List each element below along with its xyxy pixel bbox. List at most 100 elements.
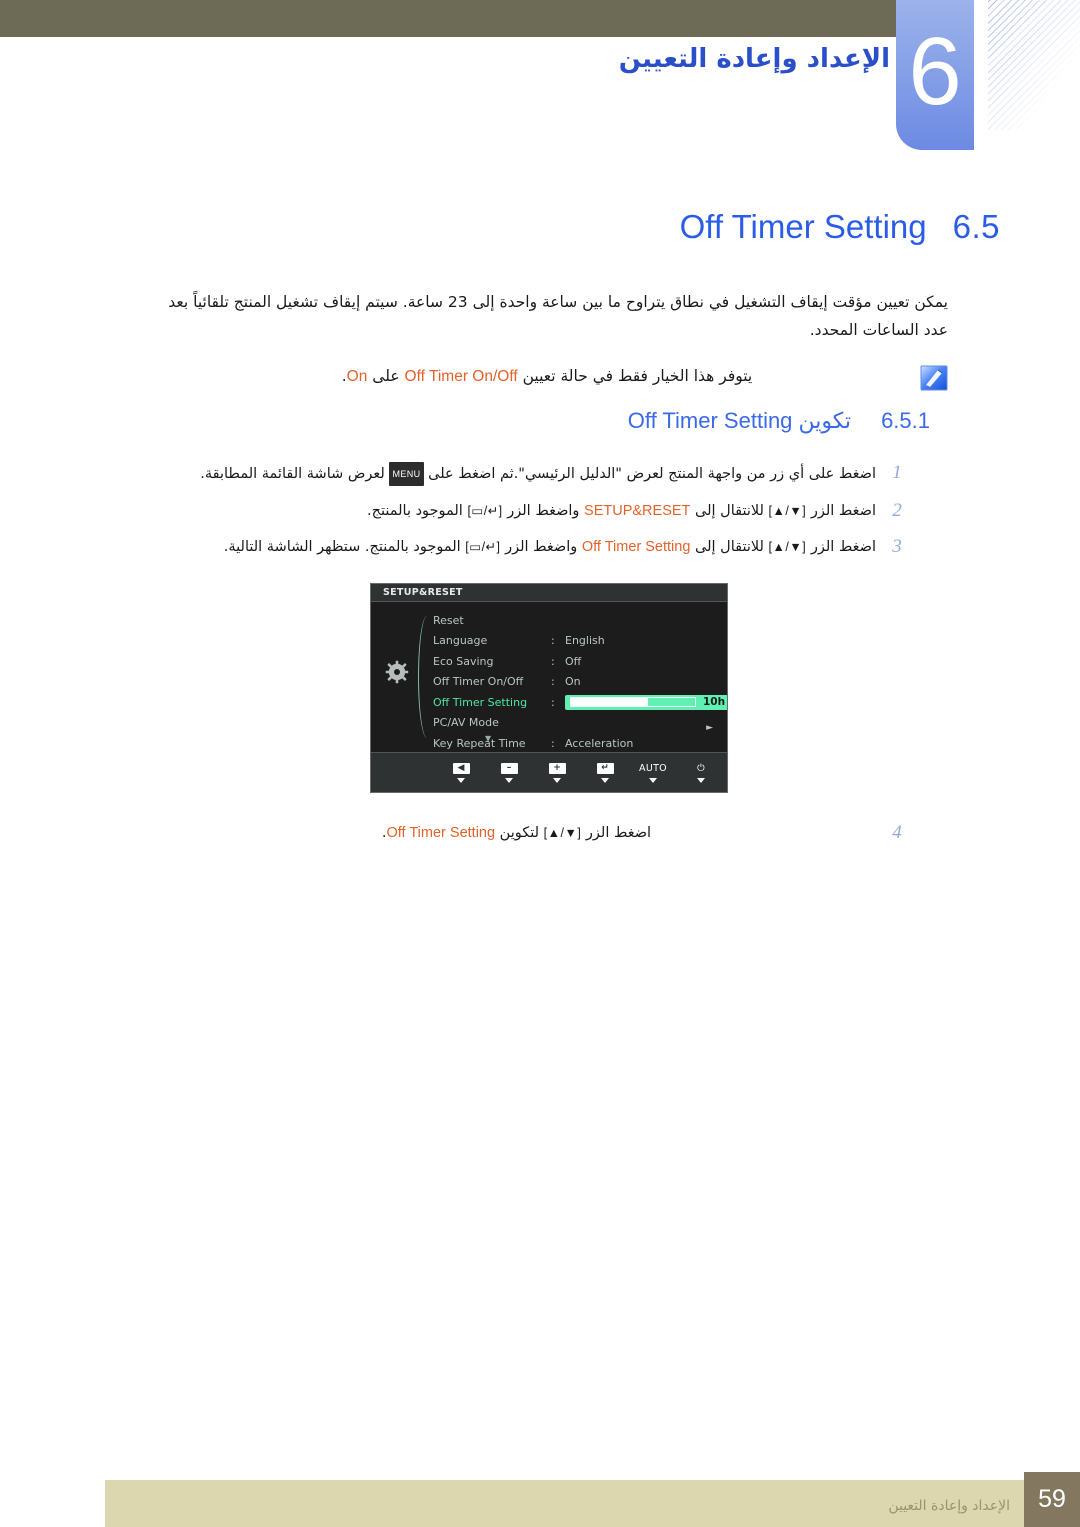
enter-keycap-icon: [▭/↵]	[467, 504, 503, 518]
step-2-text-d: الموجود بالمنتج.	[367, 503, 463, 519]
plus-icon: +	[548, 762, 566, 775]
enter-icon: ↵	[596, 762, 614, 775]
osd-item-off-timer-onoff[interactable]: Off Timer On/Off : On	[433, 672, 721, 693]
osd-item-label: Language	[433, 634, 488, 648]
enter-keycap-icon: [▭/↵]	[465, 540, 501, 554]
osd-item-reset[interactable]: Reset	[433, 610, 721, 631]
updown-keycap-icon: [▲/▼]	[543, 826, 582, 840]
top-header-band	[0, 0, 897, 37]
note-text: يتوفر هذا الخيار فقط في حالة تعيين Off T…	[158, 364, 908, 389]
step-text: اضغط الزر [▲/▼] للانتقال إلى SETUP&RESET…	[157, 500, 882, 522]
osd-item-pc-av-mode[interactable]: PC/AV Mode ►	[433, 713, 721, 734]
step-number: 1	[892, 462, 902, 483]
osd-title: SETUP&RESET	[383, 587, 463, 598]
note-text-before: يتوفر هذا الخيار فقط في حالة تعيين	[522, 367, 753, 385]
updown-keycap-icon: [▲/▼]	[768, 540, 807, 554]
step-number: 4	[892, 822, 902, 843]
step-3-text-b: للانتقال إلى	[695, 539, 764, 555]
step-text: اضغط على أي زر من واجهة المنتج لعرض "الد…	[157, 462, 882, 486]
chevron-right-icon: ►	[706, 722, 713, 733]
osd-item-eco-saving[interactable]: Eco Saving : Off	[433, 651, 721, 672]
section-heading: 6.5 Off Timer Setting	[680, 208, 1000, 246]
osd-item-value: Acceleration	[565, 736, 634, 750]
note-text-middle: على	[372, 367, 400, 385]
osd-item-label: Key Repeat Time	[433, 736, 526, 750]
osd-item-colon: :	[551, 675, 555, 689]
slider-fill	[571, 698, 648, 707]
step-1: 1 اضغط على أي زر من واجهة المنتج لعرض "ا…	[157, 462, 912, 486]
osd-item-label: PC/AV Mode	[433, 716, 499, 730]
gear-icon	[385, 660, 409, 684]
auto-button[interactable]: AUTO	[637, 762, 669, 783]
off-timer-slider[interactable]: 10h	[565, 694, 727, 710]
button-indicator-triangle	[553, 778, 561, 783]
menu-keycap: MENU	[389, 462, 424, 486]
footer-bar: الإعداد وإعادة التعيين 59	[105, 1472, 1080, 1527]
osd-item-off-timer-setting[interactable]: Off Timer Setting : 10h	[433, 692, 727, 713]
button-indicator-triangle	[649, 778, 657, 783]
osd-item-language[interactable]: Language : English	[433, 631, 721, 652]
osd-item-value: English	[565, 634, 605, 648]
minus-button[interactable]: –	[493, 762, 525, 783]
step-3-text-a: اضغط الزر	[810, 539, 876, 555]
osd-body: Reset Language : English Eco Saving : Of…	[371, 602, 727, 752]
osd-button-bar: ◀ – + ↵ AUTO ⏻	[371, 752, 727, 792]
step-2-text-b: للانتقال إلى	[695, 503, 764, 519]
back-icon: ◀	[452, 762, 470, 775]
osd-item-label: Off Timer On/Off	[433, 675, 524, 689]
auto-label-icon: AUTO	[639, 762, 667, 774]
osd-titlebar: SETUP&RESET	[371, 584, 727, 602]
scroll-down-indicator-icon[interactable]: ▼	[485, 734, 491, 743]
step-2-text-a: اضغط الزر	[810, 503, 876, 519]
steps-list: 1 اضغط على أي زر من واجهة المنتج لعرض "ا…	[157, 462, 912, 572]
decorative-hatch-pattern	[988, 0, 1080, 130]
button-indicator-triangle	[697, 778, 705, 783]
note-callout: يتوفر هذا الخيار فقط في حالة تعيين Off T…	[158, 364, 948, 391]
button-indicator-triangle	[505, 778, 513, 783]
chapter-number-badge: 6	[896, 0, 974, 150]
osd-item-value: On	[565, 675, 581, 689]
subsection-heading: 6.5.1 تكوين Off Timer Setting	[628, 408, 930, 434]
enter-button[interactable]: ↵	[589, 762, 621, 783]
section-number: 6.5	[952, 208, 1000, 245]
slider-value-label: 10h	[703, 695, 726, 708]
step-4-container: 4 اضغط الزر [▲/▼] لتكوين Off Timer Setti…	[157, 822, 912, 858]
button-indicator-triangle	[601, 778, 609, 783]
osd-menu-screenshot: SETUP&RESET Reset Language: English Eco…	[370, 583, 728, 793]
plus-button[interactable]: +	[541, 762, 573, 783]
subsection-title: تكوين Off Timer Setting	[628, 408, 851, 434]
power-icon: ⏻	[697, 762, 705, 774]
back-button[interactable]: ◀	[445, 762, 477, 783]
note-pencil-icon	[920, 365, 948, 391]
step-1-text-b: لعرض شاشة القائمة المطابقة.	[200, 466, 385, 482]
osd-item-colon: :	[551, 736, 555, 750]
step-4: 4 اضغط الزر [▲/▼] لتكوين Off Timer Setti…	[157, 822, 912, 844]
footer-chapter-label: الإعداد وإعادة التعيين	[888, 1498, 1010, 1514]
osd-item-value: Off	[565, 654, 582, 668]
step-1-text-a: اضغط على أي زر من واجهة المنتج لعرض "الد…	[428, 466, 876, 482]
chapter-title: الإعداد وإعادة التعيين	[618, 44, 890, 74]
osd-item-key-repeat-time[interactable]: Key Repeat Time : Acceleration	[433, 733, 721, 754]
page-number-box: 59	[1024, 1472, 1080, 1527]
osd-item-colon: :	[551, 634, 555, 648]
power-button[interactable]: ⏻	[685, 762, 717, 783]
osd-bracket-decoration	[418, 616, 433, 738]
step-4-text-a: اضغط الزر	[585, 825, 652, 841]
step-3-highlight: Off Timer Setting	[581, 539, 691, 555]
subsection-title-english: Off Timer Setting	[627, 408, 793, 433]
slider-track	[570, 697, 696, 708]
chapter-number: 6	[908, 18, 962, 125]
page-number: 59	[1038, 1485, 1066, 1513]
step-2-highlight: SETUP&RESET	[584, 503, 691, 519]
step-3-text-c: واضغط الزر	[505, 539, 578, 555]
updown-keycap-icon: [▲/▼]	[768, 504, 807, 518]
osd-item-value-slider: 10h	[565, 694, 727, 710]
minus-icon: –	[500, 762, 518, 775]
section-title: Off Timer Setting	[679, 208, 927, 245]
note-highlight-on: On	[346, 368, 368, 385]
step-number: 2	[892, 500, 902, 521]
step-2-text-c: واضغط الزر	[507, 503, 580, 519]
step-text: اضغط الزر [▲/▼] للانتقال إلى Off Timer S…	[157, 536, 882, 558]
osd-item-label: Eco Saving	[433, 654, 494, 668]
step-4-highlight: Off Timer Setting	[386, 825, 496, 841]
